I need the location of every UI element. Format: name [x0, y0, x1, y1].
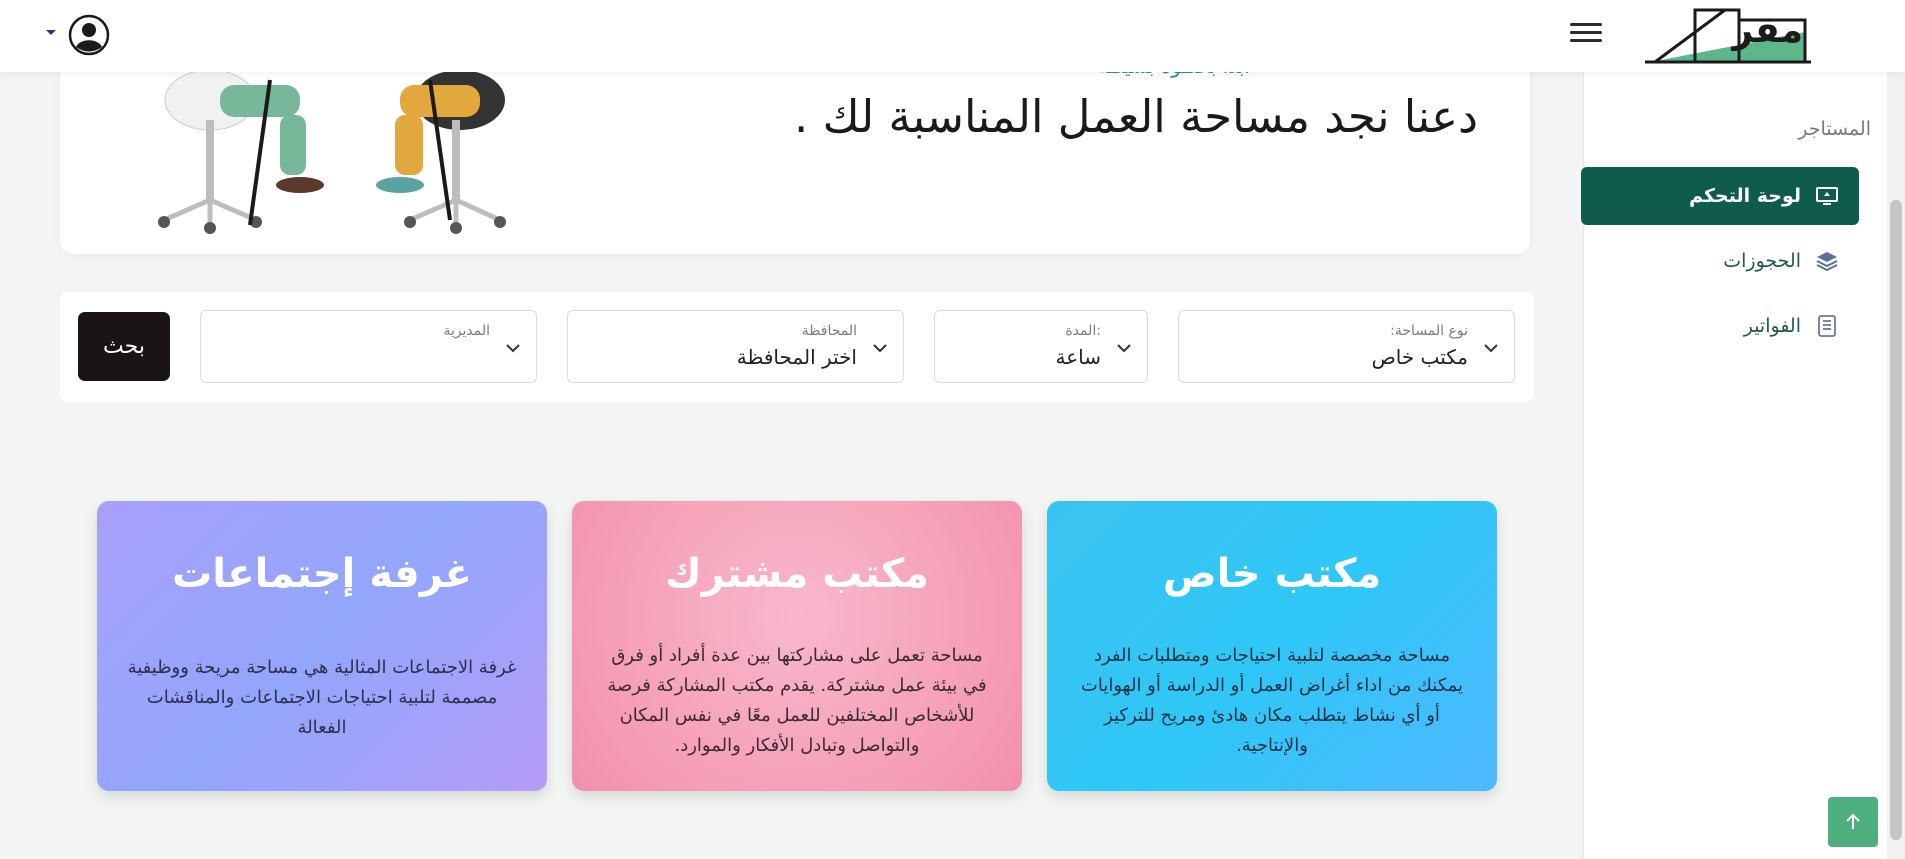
duration-label: :المدة [1065, 323, 1101, 339]
scrollbar-thumb[interactable] [1890, 200, 1902, 840]
top-navbar: مقر [0, 0, 1905, 72]
menu-toggle-icon[interactable] [1570, 18, 1602, 48]
governorate-label: المحافظة [801, 323, 857, 339]
card-meeting-room[interactable]: غرفة إجتماعات غرفة الاجتماعات المثالية ه… [97, 501, 547, 791]
chevron-down-icon [1117, 344, 1131, 353]
card-title: غرفة إجتماعات [172, 551, 472, 597]
space-type-label: نوع المساحة: [1390, 323, 1468, 339]
duration-value: ساعة [1055, 345, 1101, 369]
directorate-select[interactable]: المديرية [200, 310, 537, 383]
user-menu-caret-icon[interactable] [46, 30, 56, 35]
search-button[interactable]: بحث [78, 312, 170, 381]
chevron-down-icon [506, 344, 520, 353]
card-title: مكتب خاص [1162, 551, 1382, 597]
chevron-down-icon [873, 344, 887, 353]
directorate-label: المديرية [443, 323, 490, 339]
monitor-icon [1815, 184, 1839, 208]
governorate-value: اختر المحافظة [736, 345, 857, 369]
card-private-office[interactable]: مكتب خاص مساحة مخصصة لتلبية احتياجات ومت… [1047, 501, 1497, 791]
sidebar-item-bookings[interactable]: الحجوزات [1581, 232, 1859, 290]
sidebar-item-invoices[interactable]: الفواتير [1581, 297, 1859, 355]
scroll-to-top-button[interactable] [1828, 797, 1878, 847]
layers-icon [1815, 249, 1839, 273]
card-description: غرفة الاجتماعات المثالية هي مساحة مريحة … [127, 657, 517, 738]
invoice-icon [1815, 314, 1839, 338]
space-type-value: مكتب خاص [1371, 345, 1468, 369]
card-shared-office[interactable]: مكتب مشترك مساحة تعمل على مشاركتها بين ع… [572, 501, 1022, 791]
arrow-up-icon [1846, 813, 1860, 829]
sidebar-item-label: لوحة التحكم [1689, 185, 1801, 207]
chevron-down-icon [1484, 344, 1498, 353]
search-filters-bar: نوع المساحة: مكتب خاص :المدة ساعة المحاف… [60, 292, 1534, 402]
sidebar-item-dashboard[interactable]: لوحة التحكم [1581, 167, 1859, 225]
sidebar-item-label: الحجوزات [1723, 250, 1801, 272]
duration-select[interactable]: :المدة ساعة [934, 310, 1148, 383]
brand-name: مقر [1732, 10, 1803, 51]
space-type-select[interactable]: نوع المساحة: مكتب خاص [1178, 310, 1515, 383]
card-description: مساحة تعمل على مشاركتها بين عدة أفراد أو… [607, 645, 987, 756]
card-description: مساحة مخصصة لتلبية احتياجات ومتطلبات الف… [1080, 645, 1464, 756]
hero-title: دعنا نجد مساحة العمل المناسبة لك . [794, 90, 1478, 143]
hero-card: ابدأ بخطوة بسيطة دعنا نجد مساحة العمل ال… [60, 40, 1530, 254]
governorate-select[interactable]: المحافظة اختر المحافظة [567, 310, 904, 383]
sidebar-heading: المستاجر [1798, 118, 1871, 140]
office-chairs-illustration [158, 69, 506, 234]
user-avatar-icon[interactable] [68, 14, 110, 56]
sidebar-item-label: الفواتير [1743, 315, 1801, 337]
card-title: مكتب مشترك [665, 551, 929, 597]
